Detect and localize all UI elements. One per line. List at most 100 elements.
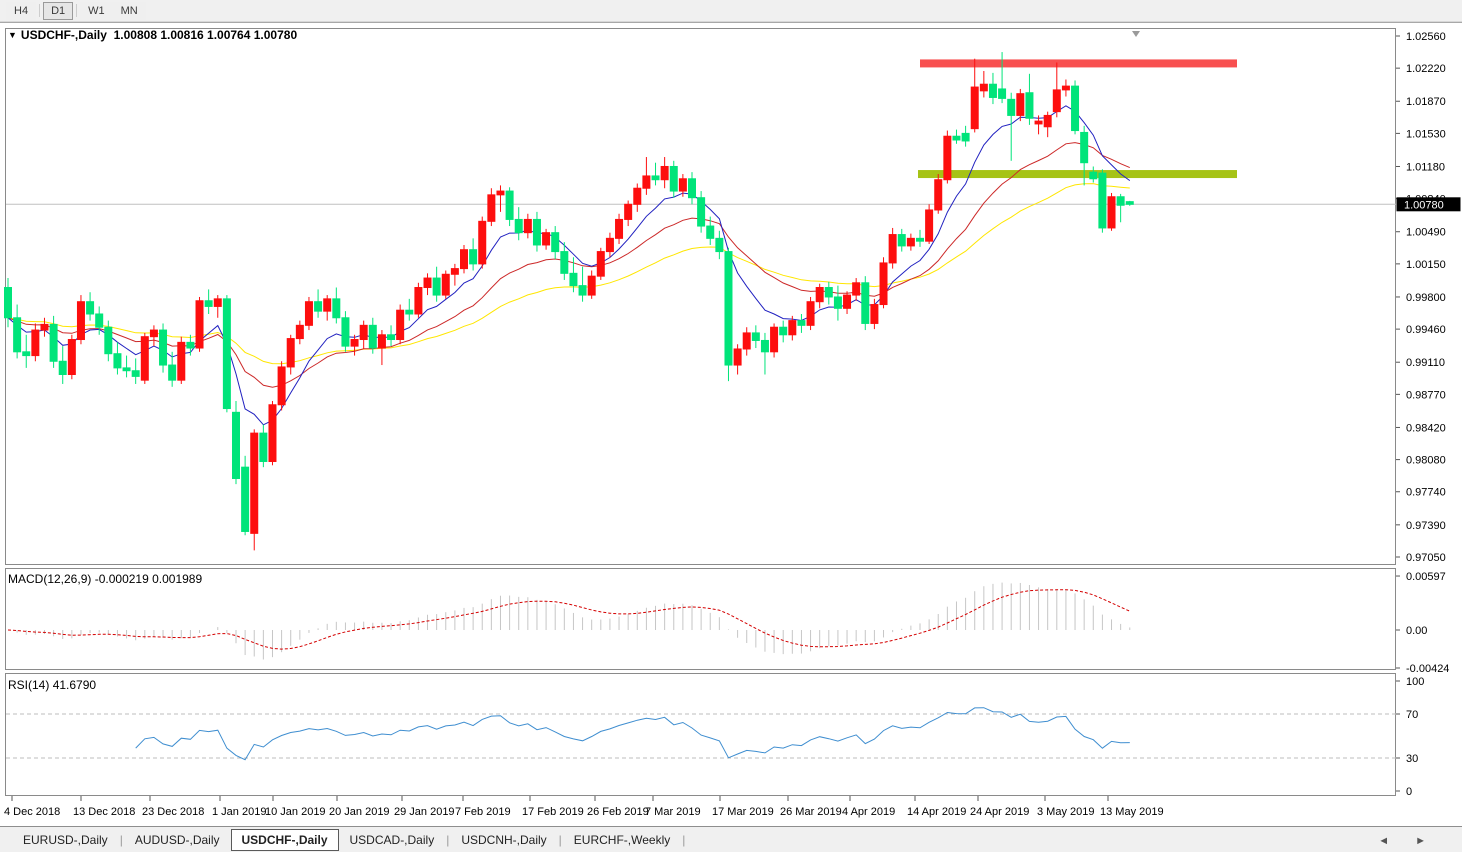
resistance-line[interactable] <box>920 59 1237 68</box>
candle[interactable] <box>268 400 277 466</box>
candle-body <box>95 313 104 328</box>
terminal-window: H4 D1 W1 MN ▼ USDCHF-,Daily 1.00808 1.008… <box>0 0 1462 852</box>
time-axis-label: 13 May 2019 <box>1100 806 1164 818</box>
main-price-pane[interactable] <box>5 28 1396 565</box>
candle[interactable] <box>596 247 605 280</box>
candle[interactable] <box>806 296 815 331</box>
tab-audusd-daily[interactable]: AUDUSD-,Daily <box>124 829 231 851</box>
candle-body <box>852 282 861 296</box>
candle-body <box>1107 196 1116 229</box>
chart-window[interactable]: ▼ USDCHF-,Daily 1.00808 1.00816 1.00764 1… <box>0 22 1462 826</box>
candle-body <box>86 301 95 315</box>
candle[interactable] <box>697 191 706 233</box>
time-axis-label: 29 Jan 2019 <box>394 806 455 818</box>
candle[interactable] <box>304 296 313 331</box>
candle-body <box>1043 114 1052 128</box>
candle-body <box>779 326 788 336</box>
candle-body <box>751 332 760 341</box>
candle[interactable] <box>478 216 487 269</box>
price-axis-label: 1.00490 <box>1406 227 1446 239</box>
candle-body <box>487 194 496 222</box>
candle-body <box>423 277 432 289</box>
candle[interactable] <box>925 204 934 245</box>
price-axis-label: 0.99460 <box>1406 324 1446 336</box>
candle-body <box>113 353 122 369</box>
candle-body <box>405 309 414 315</box>
candle[interactable] <box>241 455 250 536</box>
time-axis-label: 20 Jan 2019 <box>329 806 390 818</box>
macd-indicator-label: MACD(12,26,9) -0.000219 0.001989 <box>8 572 202 586</box>
tab-usdcad-daily[interactable]: USDCAD-,Daily <box>339 829 446 851</box>
candle-body <box>861 282 870 324</box>
candle[interactable] <box>396 304 405 345</box>
candle[interactable] <box>67 334 76 380</box>
toolbar-separator <box>76 4 78 17</box>
candle[interactable] <box>159 323 168 373</box>
candle[interactable] <box>195 296 204 352</box>
tab-scroll-arrows[interactable]: ◄► <box>1378 835 1452 847</box>
candle[interactable] <box>1071 80 1080 135</box>
tab-eurusd-daily[interactable]: EURUSD-,Daily <box>12 829 119 851</box>
candle[interactable] <box>879 257 888 309</box>
support-line[interactable] <box>918 170 1237 179</box>
candle-body <box>870 304 879 324</box>
candle[interactable] <box>934 174 943 214</box>
candle-body <box>943 135 952 181</box>
macd-pane[interactable] <box>5 568 1396 670</box>
candle-body <box>605 237 614 253</box>
candle-body <box>806 301 815 326</box>
price-axis-label: 0.98080 <box>1406 455 1446 467</box>
scroll-left-icon[interactable]: ◄ <box>1378 835 1415 847</box>
candle-body <box>232 411 240 480</box>
candle-body <box>833 296 842 309</box>
candle-body <box>961 132 970 142</box>
macd-axis[interactable]: 0.00597 0.00 -0.00424 <box>1396 571 1449 675</box>
candle[interactable] <box>441 270 450 299</box>
tab-usdchf-daily[interactable]: USDCHF-,Daily <box>230 828 339 851</box>
candle[interactable] <box>140 332 149 384</box>
candle[interactable] <box>222 295 231 413</box>
collapse-arrow-icon[interactable]: ▼ <box>8 30 17 40</box>
price-axis[interactable]: 1.025601.022201.018701.015301.011801.008… <box>1396 31 1446 564</box>
candle[interactable] <box>1098 169 1107 233</box>
candle-body <box>1071 85 1080 132</box>
timeframe-button-w1[interactable]: W1 <box>80 1 113 20</box>
candle-body <box>359 324 368 341</box>
candle-body <box>596 251 605 277</box>
candle[interactable] <box>76 295 85 345</box>
candle[interactable] <box>1107 192 1116 231</box>
candle[interactable] <box>861 276 870 331</box>
candle[interactable] <box>232 400 240 485</box>
candle-body <box>1089 171 1098 180</box>
candle-body <box>241 466 250 532</box>
tab-separator: | <box>119 832 123 847</box>
time-axis-label: 17 Feb 2019 <box>522 806 584 818</box>
candle[interactable] <box>724 247 733 382</box>
candle[interactable] <box>177 336 186 384</box>
time-axis[interactable]: 4 Dec 2018 13 Dec 2018 23 Dec 2018 1 Jan 20… <box>4 796 1164 818</box>
candle[interactable] <box>460 244 468 274</box>
candle-body <box>58 360 67 376</box>
timeframe-button-mn[interactable]: MN <box>112 1 146 20</box>
chart-canvas[interactable]: 1.02560 1.02220 1.01870 1.01530 1.01180 1.008… <box>0 23 1462 827</box>
candle-body <box>140 336 149 381</box>
tab-usdcnh-daily[interactable]: USDCNH-,Daily <box>450 829 557 851</box>
candle-body <box>341 317 350 347</box>
candle-body <box>377 334 386 349</box>
timeframe-button-h4[interactable]: H4 <box>6 1 37 20</box>
candle[interactable] <box>414 282 423 318</box>
candle-body <box>1098 172 1107 229</box>
candle-body <box>916 237 924 242</box>
candle-body <box>906 237 915 247</box>
scroll-right-icon[interactable]: ► <box>1415 835 1452 847</box>
candle[interactable] <box>943 130 952 184</box>
candle[interactable] <box>277 361 286 411</box>
time-axis-label: 10 Jan 2019 <box>265 806 326 818</box>
candle-body <box>277 366 286 406</box>
timeframe-button-d1[interactable]: D1 <box>43 1 74 20</box>
candle-body <box>824 287 833 298</box>
tab-eurchf-weekly[interactable]: EURCHF-,Weekly <box>563 829 681 851</box>
rsi-axis[interactable]: 100 70 30 0 <box>1396 676 1424 798</box>
candle-body <box>222 298 231 410</box>
candle[interactable] <box>250 429 259 551</box>
